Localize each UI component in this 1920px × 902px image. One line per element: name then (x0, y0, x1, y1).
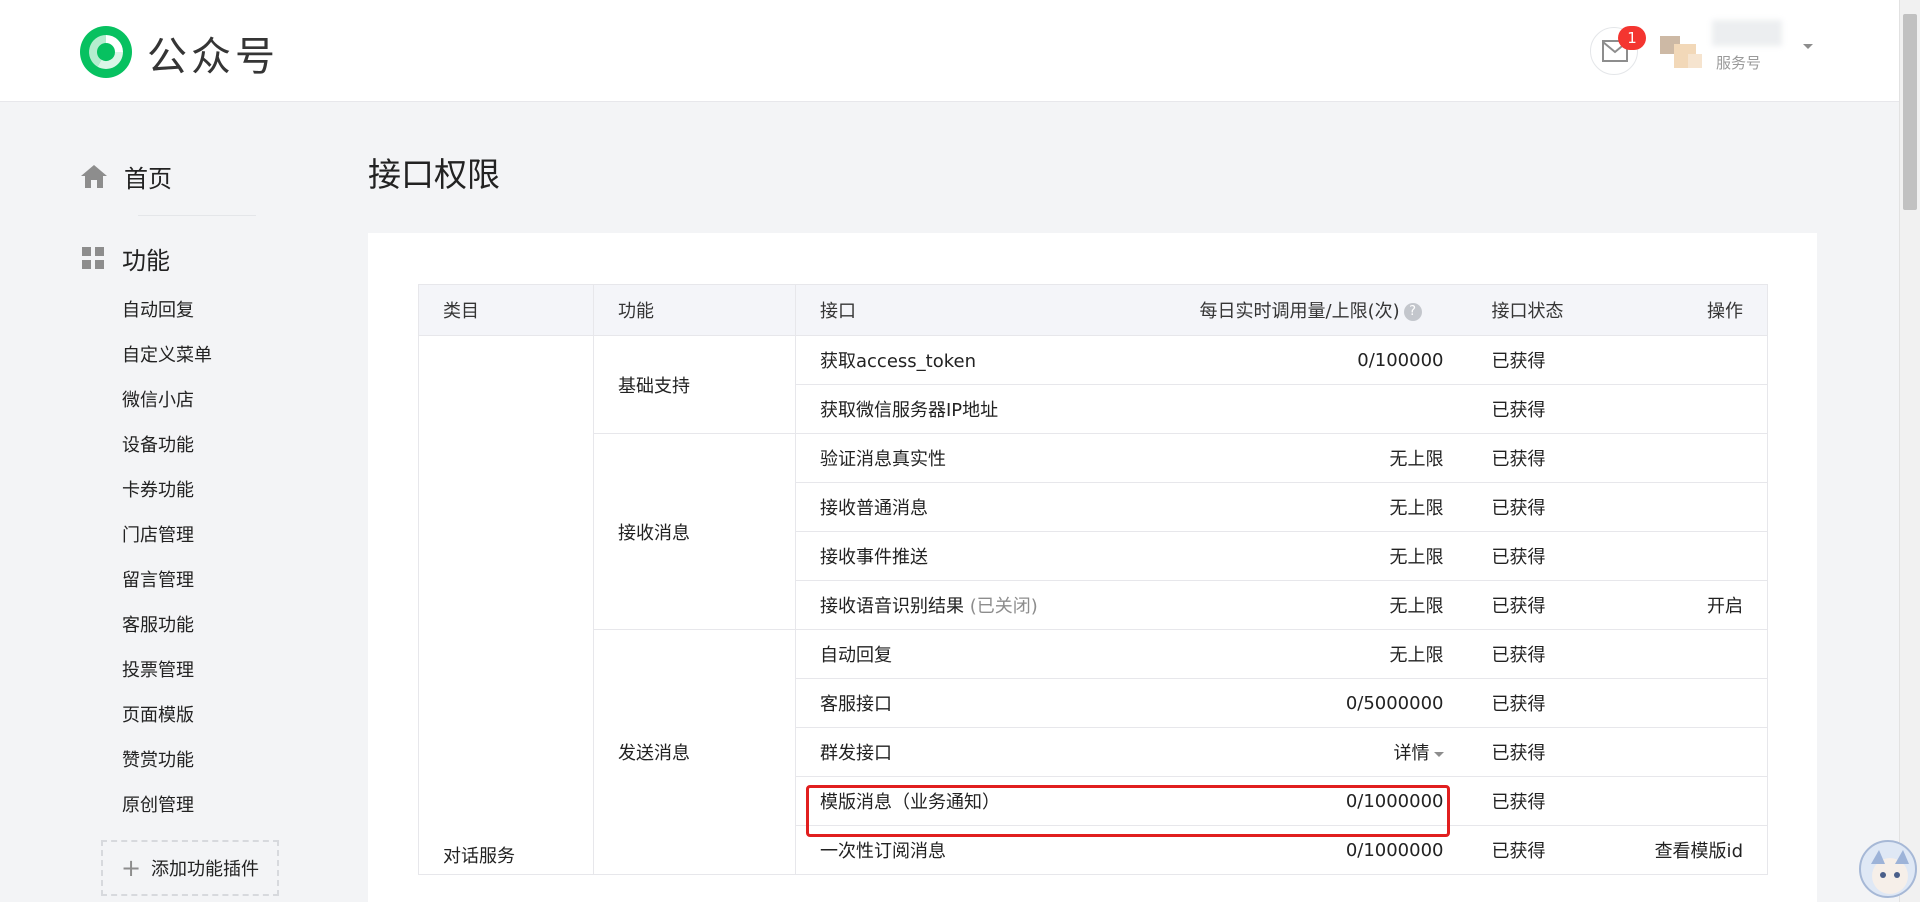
plus-icon: + (120, 854, 142, 882)
header-status: 接口状态 (1467, 284, 1588, 336)
operation-cell (1587, 629, 1768, 679)
operation-cell (1587, 335, 1768, 385)
status-cell: 已获得 (1467, 482, 1588, 532)
status-cell: 已获得 (1467, 678, 1588, 728)
account-name-redacted (1712, 20, 1782, 46)
header-function: 功能 (593, 284, 796, 336)
sidebar-item-features[interactable]: 功能 (80, 242, 170, 275)
status-cell: 已获得 (1467, 776, 1588, 826)
notification-badge: 1 (1618, 26, 1646, 50)
table-header-row: 类目 功能 接口 每日实时调用量/上限(次)? 接口状态 操作 (418, 284, 1768, 336)
function-cell: 发送消息 (593, 629, 796, 875)
status-cell: 已获得 (1467, 384, 1588, 434)
quota-cell: 0/1000000 (1175, 776, 1468, 826)
status-cell: 已获得 (1467, 629, 1588, 679)
sidebar-item-page-templates[interactable]: 页面模版 (122, 700, 212, 745)
interface-link[interactable]: 客服接口 (795, 678, 1176, 728)
sidebar-item-device[interactable]: 设备功能 (122, 430, 212, 475)
quota-cell: 0/100000 (1175, 335, 1468, 385)
home-icon (81, 165, 107, 188)
header-quota-label: 每日实时调用量/上限(次) (1199, 301, 1400, 322)
sidebar-item-rewards[interactable]: 赞赏功能 (122, 745, 212, 790)
details-label: 详情 (1393, 743, 1430, 764)
table-row: 发送消息 自动回复 无上限 已获得 (419, 629, 1768, 875)
status-cell: 已获得 (1467, 825, 1588, 875)
interface-cell: 接收语音识别结果 (已关闭) (795, 580, 1176, 630)
interface-link[interactable]: 获取access_token (795, 335, 1176, 385)
operation-cell (1587, 678, 1768, 728)
sidebar-item-custom-menu[interactable]: 自定义菜单 (122, 340, 212, 385)
function-cell: 接收消息 (593, 433, 796, 630)
logo-text[interactable]: 公众号 (147, 24, 279, 82)
page-title: 接口权限 (368, 155, 500, 194)
operation-cell (1587, 482, 1768, 532)
page-scrollbar[interactable] (1899, 0, 1920, 902)
quota-cell: 无上限 (1175, 531, 1468, 581)
quota-cell (1175, 384, 1468, 434)
interface-link[interactable]: 群发接口 (795, 727, 1176, 777)
sidebar-feature-list: 自动回复 自定义菜单 微信小店 设备功能 卡券功能 门店管理 留言管理 客服功能… (122, 295, 212, 835)
sidebar-item-comments[interactable]: 留言管理 (122, 565, 212, 610)
operation-cell (1587, 727, 1768, 777)
chevron-down-icon[interactable] (1803, 44, 1813, 49)
interface-link[interactable]: 一次性订阅消息 (795, 825, 1176, 875)
sidebar-item-coupons[interactable]: 卡券功能 (122, 475, 212, 520)
api-permissions-table: 类目 功能 接口 每日实时调用量/上限(次)? 接口状态 操作 对话服务 基础支… (418, 284, 1768, 875)
operation-cell (1587, 433, 1768, 483)
interface-link[interactable]: 验证消息真实性 (795, 433, 1176, 483)
interface-link[interactable]: 获取微信服务器IP地址 (795, 384, 1176, 434)
sidebar-features-label: 功能 (122, 246, 170, 275)
assistant-avatar[interactable] (1859, 840, 1917, 898)
quota-cell: 0/1000000 (1175, 825, 1468, 875)
header-operation: 操作 (1587, 284, 1768, 336)
sidebar-home-label: 首页 (124, 164, 172, 193)
quota-cell: 无上限 (1175, 580, 1468, 630)
table-row: 对话服务 基础支持 获取access_token 0/100000 已获得 (418, 335, 1768, 875)
sidebar-item-auto-reply[interactable]: 自动回复 (122, 295, 212, 340)
wechat-official-account-logo-icon[interactable] (80, 26, 132, 78)
account-type: 服务号 (1716, 54, 1762, 72)
enable-link[interactable]: 开启 (1587, 580, 1768, 630)
header-quota: 每日实时调用量/上限(次)? (1175, 284, 1468, 336)
interface-link[interactable]: 模版消息（业务通知） (795, 776, 1176, 826)
status-cell: 已获得 (1467, 580, 1588, 630)
function-cell: 基础支持 (593, 335, 796, 434)
sidebar-item-original-content[interactable]: 原创管理 (122, 790, 212, 835)
header-category: 类目 (418, 284, 594, 336)
status-cell: 已获得 (1467, 531, 1588, 581)
interface-link[interactable]: 接收普通消息 (795, 482, 1176, 532)
details-dropdown[interactable]: 详情 (1175, 727, 1468, 777)
quota-cell: 0/5000000 (1175, 678, 1468, 728)
chevron-down-icon (1433, 751, 1444, 757)
grid-icon (82, 247, 104, 269)
table-row: 接收消息 验证消息真实性 无上限 已获得 (419, 433, 1768, 630)
sidebar-item-voting[interactable]: 投票管理 (122, 655, 212, 700)
operation-cell (1587, 531, 1768, 581)
quota-cell: 无上限 (1175, 629, 1468, 679)
view-template-id-link[interactable]: 查看模版id (1587, 825, 1768, 875)
sidebar-item-wechat-store[interactable]: 微信小店 (122, 385, 212, 430)
operation-cell (1587, 384, 1768, 434)
sidebar-item-home[interactable]: 首页 (80, 160, 172, 193)
closed-note: (已关闭) (969, 596, 1038, 617)
scrollbar-thumb[interactable] (1903, 14, 1917, 210)
help-icon[interactable]: ? (1403, 303, 1422, 321)
add-plugin-label: 添加功能插件 (151, 859, 260, 880)
header-interface: 接口 (795, 284, 1176, 336)
add-plugin-button[interactable]: + 添加功能插件 (101, 840, 279, 896)
sidebar-divider (138, 215, 256, 216)
operation-cell (1587, 776, 1768, 826)
status-cell: 已获得 (1467, 727, 1588, 777)
top-header: 公众号 1 服务号 (0, 0, 1900, 102)
sidebar-item-customer-service[interactable]: 客服功能 (122, 610, 212, 655)
category-cell: 对话服务 (418, 335, 594, 875)
quota-cell: 无上限 (1175, 482, 1468, 532)
quota-cell: 无上限 (1175, 433, 1468, 483)
status-cell: 已获得 (1467, 335, 1588, 385)
interface-link[interactable]: 接收事件推送 (795, 531, 1176, 581)
interface-link[interactable]: 接收语音识别结果 (820, 596, 964, 617)
sidebar-item-store-management[interactable]: 门店管理 (122, 520, 212, 565)
interface-link[interactable]: 自动回复 (795, 629, 1176, 679)
status-cell: 已获得 (1467, 433, 1588, 483)
